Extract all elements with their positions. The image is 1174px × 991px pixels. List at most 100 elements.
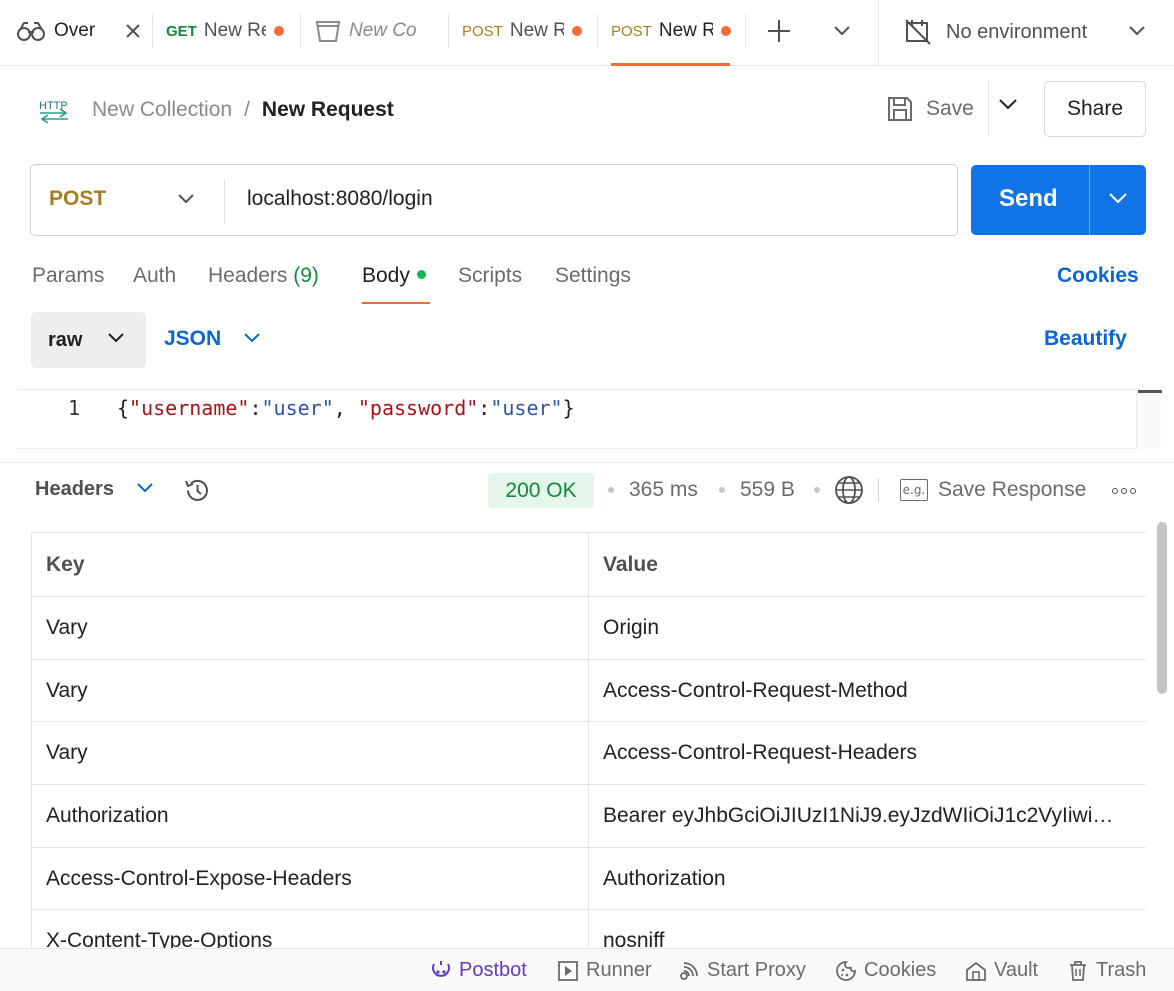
status-bar: Postbot Runner Start Proxy Cookies Vault xyxy=(0,948,1174,991)
send-button[interactable]: Send xyxy=(971,165,1146,235)
header-value[interactable]: Bearer eyJhbGciOiJIUzI1NiJ9.eyJzdWIiOiJ1… xyxy=(588,784,1146,848)
tab-post-request[interactable]: POST New R xyxy=(462,0,586,62)
header-key[interactable]: X-Content-Type-Options xyxy=(31,909,589,948)
chevron-down-icon[interactable] xyxy=(833,25,851,37)
tab-overview[interactable]: Over xyxy=(16,0,146,62)
url-separator xyxy=(224,179,225,223)
runner-button[interactable]: Runner xyxy=(557,959,652,982)
code-colon: : xyxy=(249,396,262,420)
postbot-icon xyxy=(432,960,450,977)
header-key[interactable]: Access-Control-Expose-Headers xyxy=(31,846,589,911)
column-header-value: Value xyxy=(588,532,1146,597)
unsaved-dot xyxy=(571,26,582,36)
chevron-down-icon[interactable] xyxy=(243,332,261,344)
tab-get-request[interactable]: GET New Re xyxy=(166,0,294,62)
new-tab-icon[interactable] xyxy=(767,19,791,43)
start-proxy-button[interactable]: Start Proxy xyxy=(678,959,806,982)
close-icon[interactable] xyxy=(125,23,141,39)
more-options-icon[interactable] xyxy=(1112,488,1136,494)
response-scrollbar[interactable] xyxy=(1157,522,1167,694)
breadcrumb: HTTP New Collection / New Request xyxy=(38,90,394,130)
body-mode-selector[interactable]: raw xyxy=(31,312,146,368)
table-row: Access-Control-Expose-Headers Authorizat… xyxy=(31,846,1146,911)
breadcrumb-collection[interactable]: New Collection xyxy=(92,98,232,122)
body-mode-label: raw xyxy=(48,329,83,351)
header-key[interactable]: Vary xyxy=(31,596,589,660)
chevron-down-icon[interactable] xyxy=(1108,191,1128,205)
save-response-button[interactable]: Save Response xyxy=(938,478,1086,502)
chevron-down-icon[interactable] xyxy=(1128,25,1146,37)
status-badge[interactable]: 200 OK xyxy=(488,473,594,508)
tab-separator xyxy=(745,14,746,48)
save-label: Save xyxy=(926,97,974,120)
beautify-button[interactable]: Beautify xyxy=(1044,327,1127,351)
cookie-icon xyxy=(836,960,856,981)
vault-button[interactable]: Vault xyxy=(965,959,1038,982)
collection-icon xyxy=(315,21,341,42)
tab-label: New R xyxy=(658,20,713,41)
history-icon[interactable] xyxy=(183,476,212,505)
tab-separator xyxy=(448,14,449,48)
binoculars-icon xyxy=(17,22,45,41)
trash-button[interactable]: Trash xyxy=(1067,959,1146,982)
postbot-button[interactable]: Postbot xyxy=(430,959,527,982)
tab-headers[interactable]: Headers (9) xyxy=(208,264,319,288)
editor-scroll-thumb[interactable] xyxy=(1138,390,1162,393)
table-row: X-Content-Type-Options nosniff xyxy=(31,909,1146,948)
cookies-link[interactable]: Cookies xyxy=(1057,264,1139,288)
language-selector[interactable]: JSON xyxy=(164,327,221,351)
send-label: Send xyxy=(999,185,1058,212)
tab-auth[interactable]: Auth xyxy=(133,264,176,288)
headers-count: (9) xyxy=(293,264,319,287)
line-number: 1 xyxy=(68,396,81,420)
tab-post-request-active[interactable]: POST New R xyxy=(611,0,735,62)
tab-label: Over xyxy=(54,20,96,41)
tab-body[interactable]: Body xyxy=(362,264,426,288)
header-value[interactable]: nosniff xyxy=(588,909,1146,948)
tab-collection[interactable]: New Co xyxy=(315,0,433,62)
code-editor[interactable]: 1 {"username":"user", "password":"user"} xyxy=(17,389,1161,449)
tab-separator xyxy=(300,14,301,48)
vault-label: Vault xyxy=(994,959,1039,981)
response-time[interactable]: 365 ms xyxy=(629,478,698,502)
json-key: "username" xyxy=(129,396,250,420)
header-key[interactable]: Vary xyxy=(31,658,589,723)
header-value[interactable]: Access-Control-Request-Method xyxy=(588,658,1146,723)
code-comma: , xyxy=(333,396,358,420)
url-input[interactable] xyxy=(247,187,927,211)
chevron-down-icon[interactable] xyxy=(177,193,195,205)
tab-params[interactable]: Params xyxy=(32,264,104,288)
header-value[interactable]: Origin xyxy=(588,596,1146,660)
tab-separator xyxy=(597,14,598,48)
method-selector[interactable]: POST xyxy=(49,187,106,211)
environment-selector[interactable]: No environment xyxy=(904,16,1087,48)
tab-scripts[interactable]: Scripts xyxy=(458,264,522,288)
response-divider[interactable] xyxy=(0,462,1174,463)
response-size[interactable]: 559 B xyxy=(740,478,795,502)
header-key[interactable]: Authorization xyxy=(31,784,589,848)
code-colon: : xyxy=(478,396,491,420)
active-tab-indicator xyxy=(611,63,730,66)
save-button[interactable]: Save xyxy=(886,88,974,130)
editor-scrollbar[interactable] xyxy=(1136,389,1162,449)
meta-bullet xyxy=(719,487,725,493)
save-icon xyxy=(888,97,912,121)
globe-icon[interactable] xyxy=(834,475,864,505)
page-title[interactable]: New Request xyxy=(262,98,394,122)
chevron-down-icon[interactable] xyxy=(998,97,1018,111)
share-button[interactable]: Share xyxy=(1044,81,1146,137)
response-view-selector[interactable]: Headers xyxy=(35,478,114,501)
tab-headers-label: Headers xyxy=(208,264,288,287)
active-request-tab-indicator xyxy=(362,302,430,304)
tab-settings[interactable]: Settings xyxy=(555,264,631,288)
code-brace: { xyxy=(117,396,130,420)
http-icon: HTTP xyxy=(39,100,68,124)
save-separator xyxy=(988,80,989,136)
header-value[interactable]: Access-Control-Request-Headers xyxy=(588,721,1146,786)
header-key[interactable]: Vary xyxy=(31,721,589,786)
cookies-button[interactable]: Cookies xyxy=(835,959,936,982)
header-value[interactable]: Authorization xyxy=(588,846,1146,911)
column-header-key: Key xyxy=(31,532,589,597)
chevron-down-icon[interactable] xyxy=(136,482,154,494)
response-headers-table: Key Value Vary Origin Vary Access-Contro… xyxy=(31,532,1146,948)
